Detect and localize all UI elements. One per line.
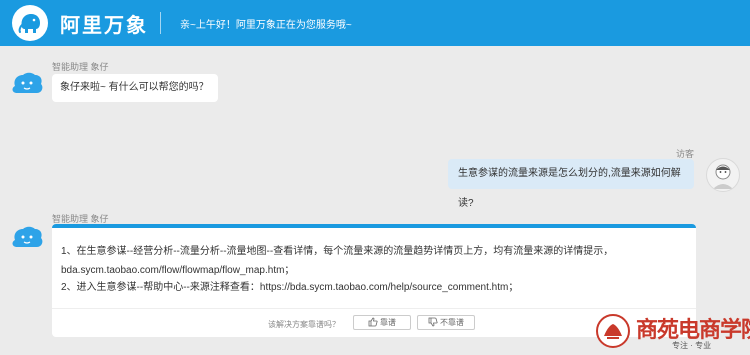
watermark-subtitle: 专注 · 专业 xyxy=(672,341,712,350)
answer-divider xyxy=(52,308,696,309)
dislike-label: 不靠谱 xyxy=(440,318,464,327)
feedback-question: 该解决方案靠谱吗？ xyxy=(268,320,340,329)
bot-avatar-icon xyxy=(9,224,45,254)
thumbs-up-icon xyxy=(368,317,378,327)
like-label: 靠谱 xyxy=(380,318,396,327)
message-text: 象仔来啦~ 有什么可以帮您的吗？ xyxy=(60,82,209,93)
watermark-seal-icon xyxy=(596,314,630,348)
greeting-text: 亲~上午好！阿里万象正在为您服务哦~ xyxy=(180,20,352,31)
answer-line-2: 2、进入生意参谋--帮助中心--来源注释查看：https://bda.sycm.… xyxy=(61,282,519,293)
message-text: 生意参谋的流量来源是怎么划分的,流量来源如何解读? xyxy=(458,168,681,209)
user-message-bubble: 生意参谋的流量来源是怎么划分的,流量来源如何解读? xyxy=(448,159,694,209)
answer-accent-bar xyxy=(52,224,696,228)
dislike-button[interactable]: 不靠谱 xyxy=(417,315,475,330)
elephant-logo-icon xyxy=(12,5,48,41)
answer-link-line[interactable]: bda.sycm.taobao.com/flow/flowmap/flow_ma… xyxy=(61,261,294,276)
thumbs-down-icon xyxy=(428,317,438,327)
bot-message-bubble: 象仔来啦~ 有什么可以帮您的吗？ xyxy=(52,74,218,102)
header-divider xyxy=(160,12,161,34)
bot-avatar-icon xyxy=(9,70,45,100)
app-title: 阿里万象 xyxy=(60,15,148,37)
user-avatar-icon xyxy=(706,158,740,192)
watermark: 商苑电商学院 专注 · 专业 xyxy=(596,314,750,354)
answer-line-1: 1、在生意参谋--经营分析--流量分析--流量地图--查看详情，每个流量来源的流… xyxy=(61,246,614,257)
header-bar: 阿里万象 亲~上午好！阿里万象正在为您服务哦~ xyxy=(0,0,750,46)
sender-name: 智能助理 象仔 xyxy=(52,62,109,72)
like-button[interactable]: 靠谱 xyxy=(353,315,411,330)
